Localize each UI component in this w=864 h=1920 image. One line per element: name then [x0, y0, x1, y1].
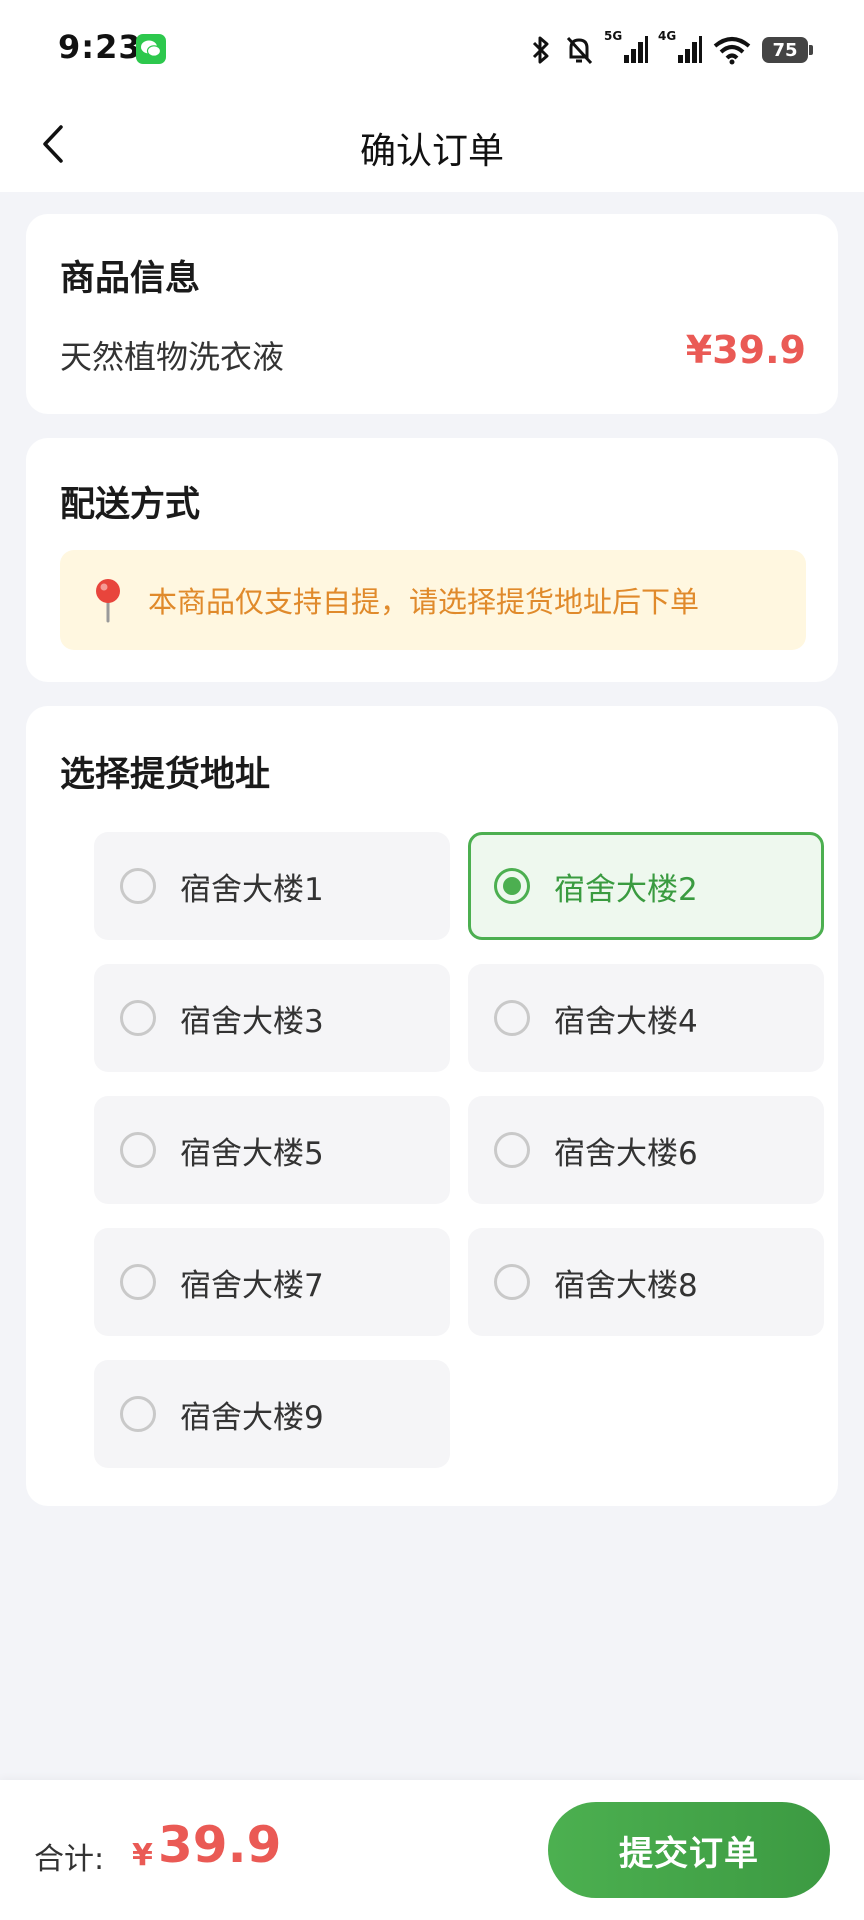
wechat-icon [136, 34, 166, 64]
nav-bar: 确认订单 [0, 100, 864, 192]
radio-icon [494, 1264, 530, 1300]
radio-selected-icon [494, 868, 530, 904]
battery-icon: 75 [762, 37, 813, 63]
address-option-3[interactable]: 宿舍大楼3 [94, 964, 450, 1072]
bluetooth-icon [532, 36, 549, 64]
address-option-label: 宿舍大楼6 [554, 1135, 698, 1172]
goods-card: 商品信息 天然植物洗衣液 ¥39.9 [26, 214, 838, 414]
wifi-icon [713, 37, 751, 65]
radio-icon [494, 1132, 530, 1168]
address-option-label: 宿舍大楼1 [180, 871, 324, 908]
address-option-4[interactable]: 宿舍大楼4 [468, 964, 824, 1072]
battery-level: 75 [772, 39, 798, 61]
address-card: 选择提货地址 宿舍大楼1 宿舍大楼2 宿舍大楼3 宿舍大楼4 宿舍大楼5 宿舍大… [26, 706, 838, 1506]
signal-5g-icon: 5G [604, 29, 648, 67]
status-bar: 9:23 5G 4G 75 [0, 0, 864, 100]
location-pin-icon [88, 576, 128, 624]
address-option-8[interactable]: 宿舍大楼8 [468, 1228, 824, 1336]
radio-icon [120, 1000, 156, 1036]
address-option-2[interactable]: 宿舍大楼2 [468, 832, 824, 940]
address-option-7[interactable]: 宿舍大楼7 [94, 1228, 450, 1336]
address-option-label: 宿舍大楼3 [180, 1003, 324, 1040]
delivery-card: 配送方式 本商品仅支持自提，请选择提货地址后下单 [26, 438, 838, 682]
page-title: 确认订单 [359, 131, 504, 172]
signal-4g-icon: 4G [658, 29, 702, 67]
address-option-1[interactable]: 宿舍大楼1 [94, 832, 450, 940]
mute-bell-icon [566, 36, 593, 65]
notice-text: 本商品仅支持自提，请选择提货地址后下单 [148, 585, 700, 619]
address-option-6[interactable]: 宿舍大楼6 [468, 1096, 824, 1204]
address-option-label: 宿舍大楼9 [180, 1399, 324, 1436]
radio-icon [120, 868, 156, 904]
address-option-label: 宿舍大楼5 [180, 1135, 324, 1172]
submit-order-button[interactable]: 提交订单 [548, 1802, 830, 1898]
address-option-5[interactable]: 宿舍大楼5 [94, 1096, 450, 1204]
total-label: 合计: [34, 1842, 105, 1877]
status-indicators: 5G 4G 75 [528, 29, 813, 70]
radio-icon [120, 1132, 156, 1168]
address-option-label: 宿舍大楼7 [180, 1267, 324, 1304]
radio-icon [494, 1000, 530, 1036]
address-option-label: 宿舍大楼2 [554, 871, 698, 908]
total-amount: 39.9 [158, 1816, 282, 1874]
status-time: 9:23 [58, 28, 142, 66]
goods-section-title: 商品信息 [60, 259, 201, 299]
order-footer: 合计: ¥ 39.9 提交订单 [0, 1780, 864, 1920]
radio-icon [120, 1396, 156, 1432]
goods-price: ¥39.9 [685, 328, 806, 372]
address-option-label: 宿舍大楼8 [554, 1267, 698, 1304]
goods-name: 天然植物洗衣液 [60, 338, 285, 376]
radio-icon [120, 1264, 156, 1300]
delivery-section-title: 配送方式 [60, 485, 201, 525]
address-option-9[interactable]: 宿舍大楼9 [94, 1360, 450, 1468]
address-option-label: 宿舍大楼4 [554, 1003, 698, 1040]
pickup-notice: 本商品仅支持自提，请选择提货地址后下单 [60, 550, 806, 650]
address-section-title: 选择提货地址 [60, 755, 271, 795]
total-currency: ¥ [132, 1838, 153, 1873]
